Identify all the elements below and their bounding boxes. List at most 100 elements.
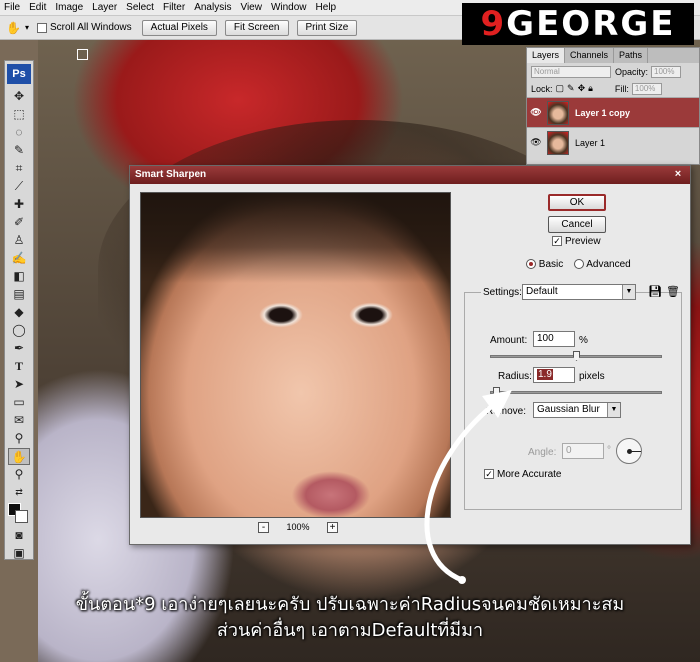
chevron-down-icon: ▼ [607,403,620,417]
clone-stamp-tool-icon[interactable]: ♙ [8,232,30,249]
preview-checkbox[interactable]: ✓ [552,236,562,247]
menu-select[interactable]: Select [126,2,154,13]
menu-edit[interactable]: Edit [29,2,46,13]
swap-colors-icon[interactable]: ⇄ [8,484,30,501]
lock-paint-icon[interactable]: ✎ [567,83,575,94]
eye-icon[interactable]: 👁︎ [527,137,545,148]
eyedropper-tool-icon[interactable]: ⟋ [8,178,30,195]
background-color-swatch[interactable] [15,510,28,523]
healing-brush-tool-icon[interactable]: ✚ [8,196,30,213]
layer-name: Layer 1 [575,137,606,148]
photoshop-logo[interactable]: Ps [7,64,31,84]
remove-select[interactable]: Gaussian Blur ▼ [533,402,621,418]
canvas-corner-marker [77,49,88,60]
tool-preset-chevron-icon[interactable]: ▾ [25,23,29,32]
history-brush-tool-icon[interactable]: ✍ [8,250,30,267]
remove-value: Gaussian Blur [537,404,600,415]
amount-input[interactable]: 100 [533,331,575,347]
fill-field[interactable]: 100% [631,82,662,95]
layer-row[interactable]: 👁︎ Layer 1 copy [527,97,699,127]
layer-row[interactable]: 👁︎ Layer 1 [527,127,699,157]
tab-layers[interactable]: Layers [527,48,566,63]
quick-select-tool-icon[interactable]: ✎ [8,142,30,159]
eye-icon[interactable]: 👁︎ [527,107,545,118]
shape-tool-icon[interactable]: ▭ [8,394,30,411]
hand-tool-icon[interactable]: ✋ [8,448,30,465]
lock-transparent-icon[interactable]: ▢ [556,83,565,94]
tab-paths[interactable]: Paths [614,48,649,63]
preview-hair [141,193,450,283]
radius-slider[interactable] [490,387,662,397]
opacity-label: Opacity: [615,66,649,77]
save-settings-icon[interactable]: 💾︎ [648,285,662,298]
type-tool-icon[interactable]: T [8,358,30,375]
screen-mode-icon[interactable]: ▣ [8,545,30,562]
dialog-title: Smart Sharpen [135,169,207,180]
color-swatches[interactable] [8,503,30,525]
amount-slider[interactable] [490,351,662,361]
panel-tabs: Layers Channels Paths [527,48,699,63]
scroll-all-windows-label: Scroll All Windows [49,22,132,33]
menu-analysis[interactable]: Analysis [194,2,231,13]
crop-tool-icon[interactable]: ⌗ [8,160,30,177]
lasso-tool-icon[interactable]: ◌ [8,124,30,141]
menu-filter[interactable]: Filter [163,2,185,13]
eraser-tool-icon[interactable]: ◧ [8,268,30,285]
quick-mask-icon[interactable]: ◙ [8,527,30,544]
layers-panel: Layers Channels Paths Normal Opacity: 10… [526,47,700,165]
zoom-out-button[interactable]: - [258,521,269,533]
cancel-button[interactable]: Cancel [548,216,606,233]
print-size-button[interactable]: Print Size [296,19,358,36]
ok-button[interactable]: OK [548,194,606,211]
menu-image[interactable]: Image [55,2,83,13]
chevron-down-icon: ▼ [622,285,635,299]
eyedropper-sample-tool-icon[interactable]: ⚲ [8,430,30,447]
menu-layer[interactable]: Layer [92,2,117,13]
layer-name: Layer 1 copy [575,107,631,118]
delete-settings-icon[interactable]: 🗑︎ [666,285,680,298]
basic-radio[interactable] [526,259,536,270]
pen-tool-icon[interactable]: ✒ [8,340,30,357]
fill-label: Fill: [614,83,629,94]
path-select-tool-icon[interactable]: ➤ [8,376,30,393]
advanced-radio[interactable] [574,259,585,270]
menu-window[interactable]: Window [271,2,307,13]
advanced-label: Advanced [586,259,631,270]
settings-value: Default [526,286,558,297]
angle-input[interactable]: 0 [562,443,604,459]
dialog-titlebar[interactable]: Smart Sharpen × [130,166,690,184]
lock-move-icon[interactable]: ✥ [578,83,586,94]
notes-tool-icon[interactable]: ✉ [8,412,30,429]
hand-tool-icon[interactable]: ✋ [6,21,21,35]
tab-channels[interactable]: Channels [565,48,615,63]
brush-tool-icon[interactable]: ✐ [8,214,30,231]
zoom-in-button[interactable]: + [327,521,338,533]
fit-screen-button[interactable]: Fit Screen [224,19,289,36]
angle-dial[interactable] [616,438,642,464]
caption-line-1: ขั้นตอน*9 เอาง่ายๆเลยนะครับ ปรับเฉพาะค่า… [75,594,625,615]
radius-input[interactable]: 1.9 [533,367,575,383]
actual-pixels-button[interactable]: Actual Pixels [141,19,217,36]
toolbox: Ps ✥ ⬚ ◌ ✎ ⌗ ⟋ ✚ ✐ ♙ ✍ ◧ ▤ ◆ ◯ ✒ T ➤ ▭ ✉… [4,60,34,560]
marquee-tool-icon[interactable]: ⬚ [8,106,30,123]
settings-select[interactable]: Default ▼ [522,284,636,300]
amount-unit: % [579,335,588,346]
gradient-tool-icon[interactable]: ▤ [8,286,30,303]
menu-help[interactable]: Help [316,2,337,13]
preview-pane[interactable] [140,192,451,518]
zoom-tool-icon[interactable]: ⚲ [8,466,30,483]
menu-view[interactable]: View [240,2,262,13]
opacity-field[interactable]: 100% [651,65,682,78]
blend-mode-select[interactable]: Normal [531,65,611,78]
settings-label: Settings: [481,287,524,298]
dodge-tool-icon[interactable]: ◯ [8,322,30,339]
scroll-all-windows-checkbox[interactable] [36,22,47,33]
move-tool-icon[interactable]: ✥ [8,88,30,105]
lock-all-icon[interactable]: 🔒︎ [588,83,593,94]
blur-tool-icon[interactable]: ◆ [8,304,30,321]
logo-mark: 9 [480,4,507,44]
smart-sharpen-dialog: Smart Sharpen × - 100% + OK Cancel ✓ Prev… [129,165,691,545]
close-icon[interactable]: × [672,168,684,180]
more-accurate-checkbox[interactable]: ✓ [484,469,494,480]
menu-file[interactable]: File [4,2,20,13]
